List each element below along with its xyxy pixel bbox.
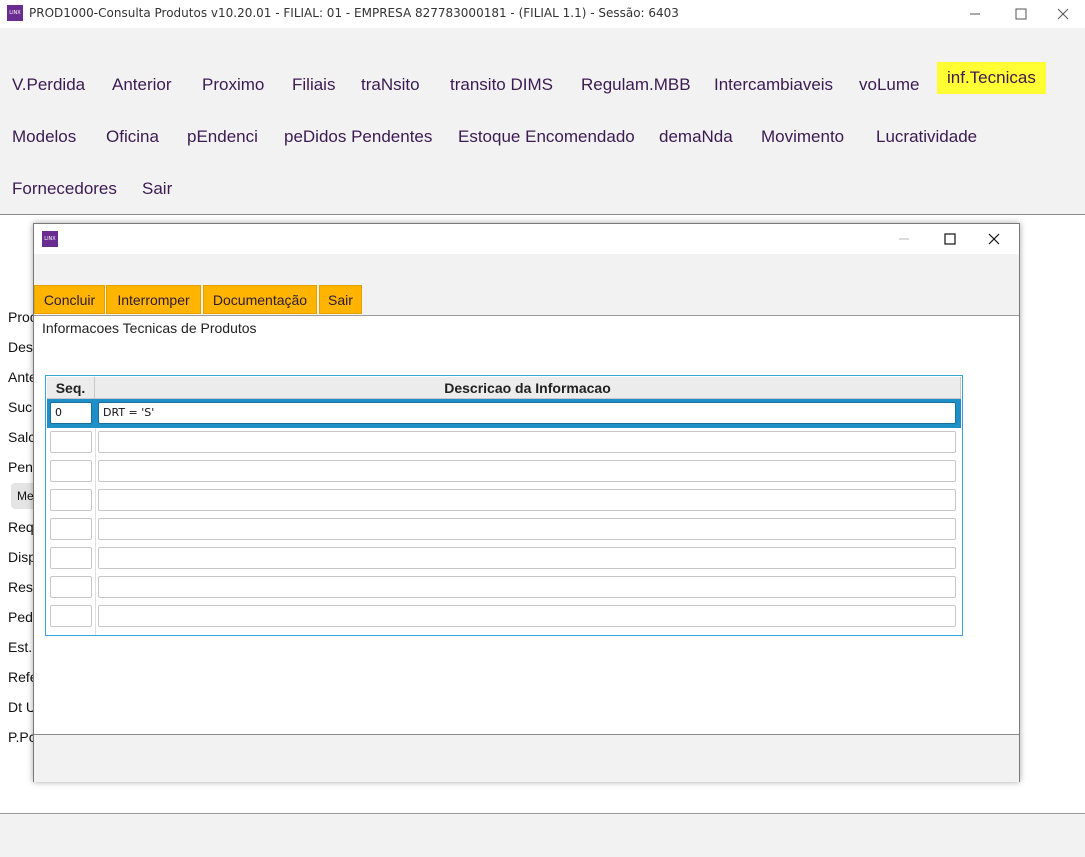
menu-item-anterior[interactable]: Anterior — [112, 75, 172, 95]
minimize-button[interactable] — [952, 0, 998, 28]
close-button[interactable] — [1040, 0, 1085, 28]
menu-item-regulam-mbb[interactable]: Regulam.MBB — [581, 75, 691, 95]
info-tecnicas-dialog: LINX Concluir Interromper Documentação S… — [33, 223, 1020, 782]
table-row[interactable] — [47, 457, 961, 486]
window-title: PROD1000-Consulta Produtos v10.20.01 - F… — [29, 6, 679, 20]
table-row[interactable]: 0 DRT = 'S' — [47, 399, 961, 428]
menu-item-modelos[interactable]: Modelos — [12, 127, 76, 147]
desc-cell[interactable]: DRT = 'S' — [98, 402, 956, 424]
menu-item-movimento[interactable]: Movimento — [761, 127, 844, 147]
bg-label-pedido: Ped — [8, 609, 33, 625]
sair-button[interactable]: Sair — [319, 285, 362, 314]
menu-item-pedidos-pendentes[interactable]: peDidos Pendentes — [284, 127, 432, 147]
interromper-button[interactable]: Interromper — [106, 285, 201, 314]
menu-item-v-perdida[interactable]: V.Perdida — [12, 75, 85, 95]
desc-cell[interactable] — [98, 518, 956, 540]
dialog-close-button[interactable] — [971, 224, 1017, 254]
table-row[interactable] — [47, 573, 961, 602]
desc-cell[interactable] — [98, 576, 956, 598]
dialog-maximize-button[interactable] — [927, 224, 973, 254]
bg-label-sucessor: Suc — [8, 399, 33, 415]
menu-item-demanda[interactable]: demaNda — [659, 127, 733, 147]
seq-cell[interactable] — [50, 460, 92, 482]
bg-label-descricao: Des — [8, 339, 33, 355]
info-tecnicas-table: Seq. Descricao da Informacao 0 DRT = 'S' — [45, 375, 963, 636]
bg-label-data-ultima: Dt U — [8, 699, 36, 715]
seq-cell[interactable] — [50, 518, 92, 540]
menu-item-transito-dims[interactable]: transito DIMS — [450, 75, 553, 95]
maximize-icon — [1015, 8, 1027, 20]
menu-item-estoque-encomendado[interactable]: Estoque Encomendado — [458, 127, 635, 147]
app-logo-icon: LINX — [7, 5, 23, 21]
bg-label-preco: P.Pc — [8, 729, 36, 745]
dialog-heading: Informacoes Tecnicas de Produtos — [42, 320, 257, 336]
menu-item-oficina[interactable]: Oficina — [106, 127, 159, 147]
desc-cell[interactable] — [98, 547, 956, 569]
documentacao-button[interactable]: Documentação — [203, 285, 317, 314]
dialog-titlebar: LINX — [34, 224, 1019, 254]
desc-cell[interactable] — [98, 605, 956, 627]
seq-cell[interactable] — [50, 489, 92, 511]
seq-cell[interactable] — [50, 431, 92, 453]
seq-cell[interactable] — [50, 547, 92, 569]
close-icon — [1057, 8, 1069, 20]
main-titlebar: LINX PROD1000-Consulta Produtos v10.20.0… — [0, 0, 1085, 28]
menu-item-fornecedores[interactable]: Fornecedores — [12, 179, 117, 199]
minimize-icon — [970, 13, 980, 15]
bg-label-requisicao: Req — [8, 519, 34, 535]
desc-cell[interactable] — [98, 489, 956, 511]
menu-item-filiais[interactable]: Filiais — [292, 75, 335, 95]
menu-item-inf-tecnicas[interactable]: inf.Tecnicas — [937, 62, 1046, 94]
column-header-descricao[interactable]: Descricao da Informacao — [95, 377, 961, 399]
desc-cell[interactable] — [98, 460, 956, 482]
bg-label-disponivel: Disp — [8, 549, 37, 565]
maximize-button[interactable] — [998, 0, 1044, 28]
menu-bar: V.Perdida Anterior Proximo Filiais traNs… — [0, 28, 1085, 215]
menu-item-lucratividade[interactable]: Lucratividade — [876, 127, 977, 147]
menu-item-transito[interactable]: traNsito — [361, 75, 420, 95]
seq-cell[interactable] — [50, 576, 92, 598]
menu-item-sair[interactable]: Sair — [142, 179, 172, 199]
bg-label-reservado: Res — [8, 579, 33, 595]
seq-cell[interactable] — [50, 605, 92, 627]
menu-item-pendenci[interactable]: pEndenci — [187, 127, 258, 147]
table-row[interactable] — [47, 544, 961, 573]
table-row[interactable] — [47, 602, 961, 631]
table-row[interactable] — [47, 515, 961, 544]
concluir-button[interactable]: Concluir — [34, 285, 105, 314]
table-row[interactable] — [47, 428, 961, 457]
menu-item-proximo[interactable]: Proximo — [202, 75, 264, 95]
menu-item-intercambiaveis[interactable]: Intercambiaveis — [714, 75, 833, 95]
minimize-icon — [899, 238, 909, 240]
maximize-icon — [944, 233, 956, 245]
bg-label-saldo: Salc — [8, 429, 36, 445]
close-icon — [988, 233, 1000, 245]
dialog-logo-icon: LINX — [42, 231, 58, 247]
desc-cell[interactable] — [98, 431, 956, 453]
seq-cell[interactable]: 0 — [50, 402, 92, 424]
dialog-toolbar: Concluir Interromper Documentação Sair — [34, 254, 1019, 316]
menu-item-volume[interactable]: voLume — [859, 75, 919, 95]
dialog-minimize-button[interactable] — [881, 224, 927, 254]
dialog-footer — [34, 734, 1019, 782]
bg-label-pendencia: Pen — [8, 459, 33, 475]
table-row[interactable] — [47, 486, 961, 515]
column-header-seq[interactable]: Seq. — [47, 377, 95, 399]
bg-label-estoque: Est. — [8, 639, 33, 655]
main-status-strip — [0, 813, 1085, 857]
